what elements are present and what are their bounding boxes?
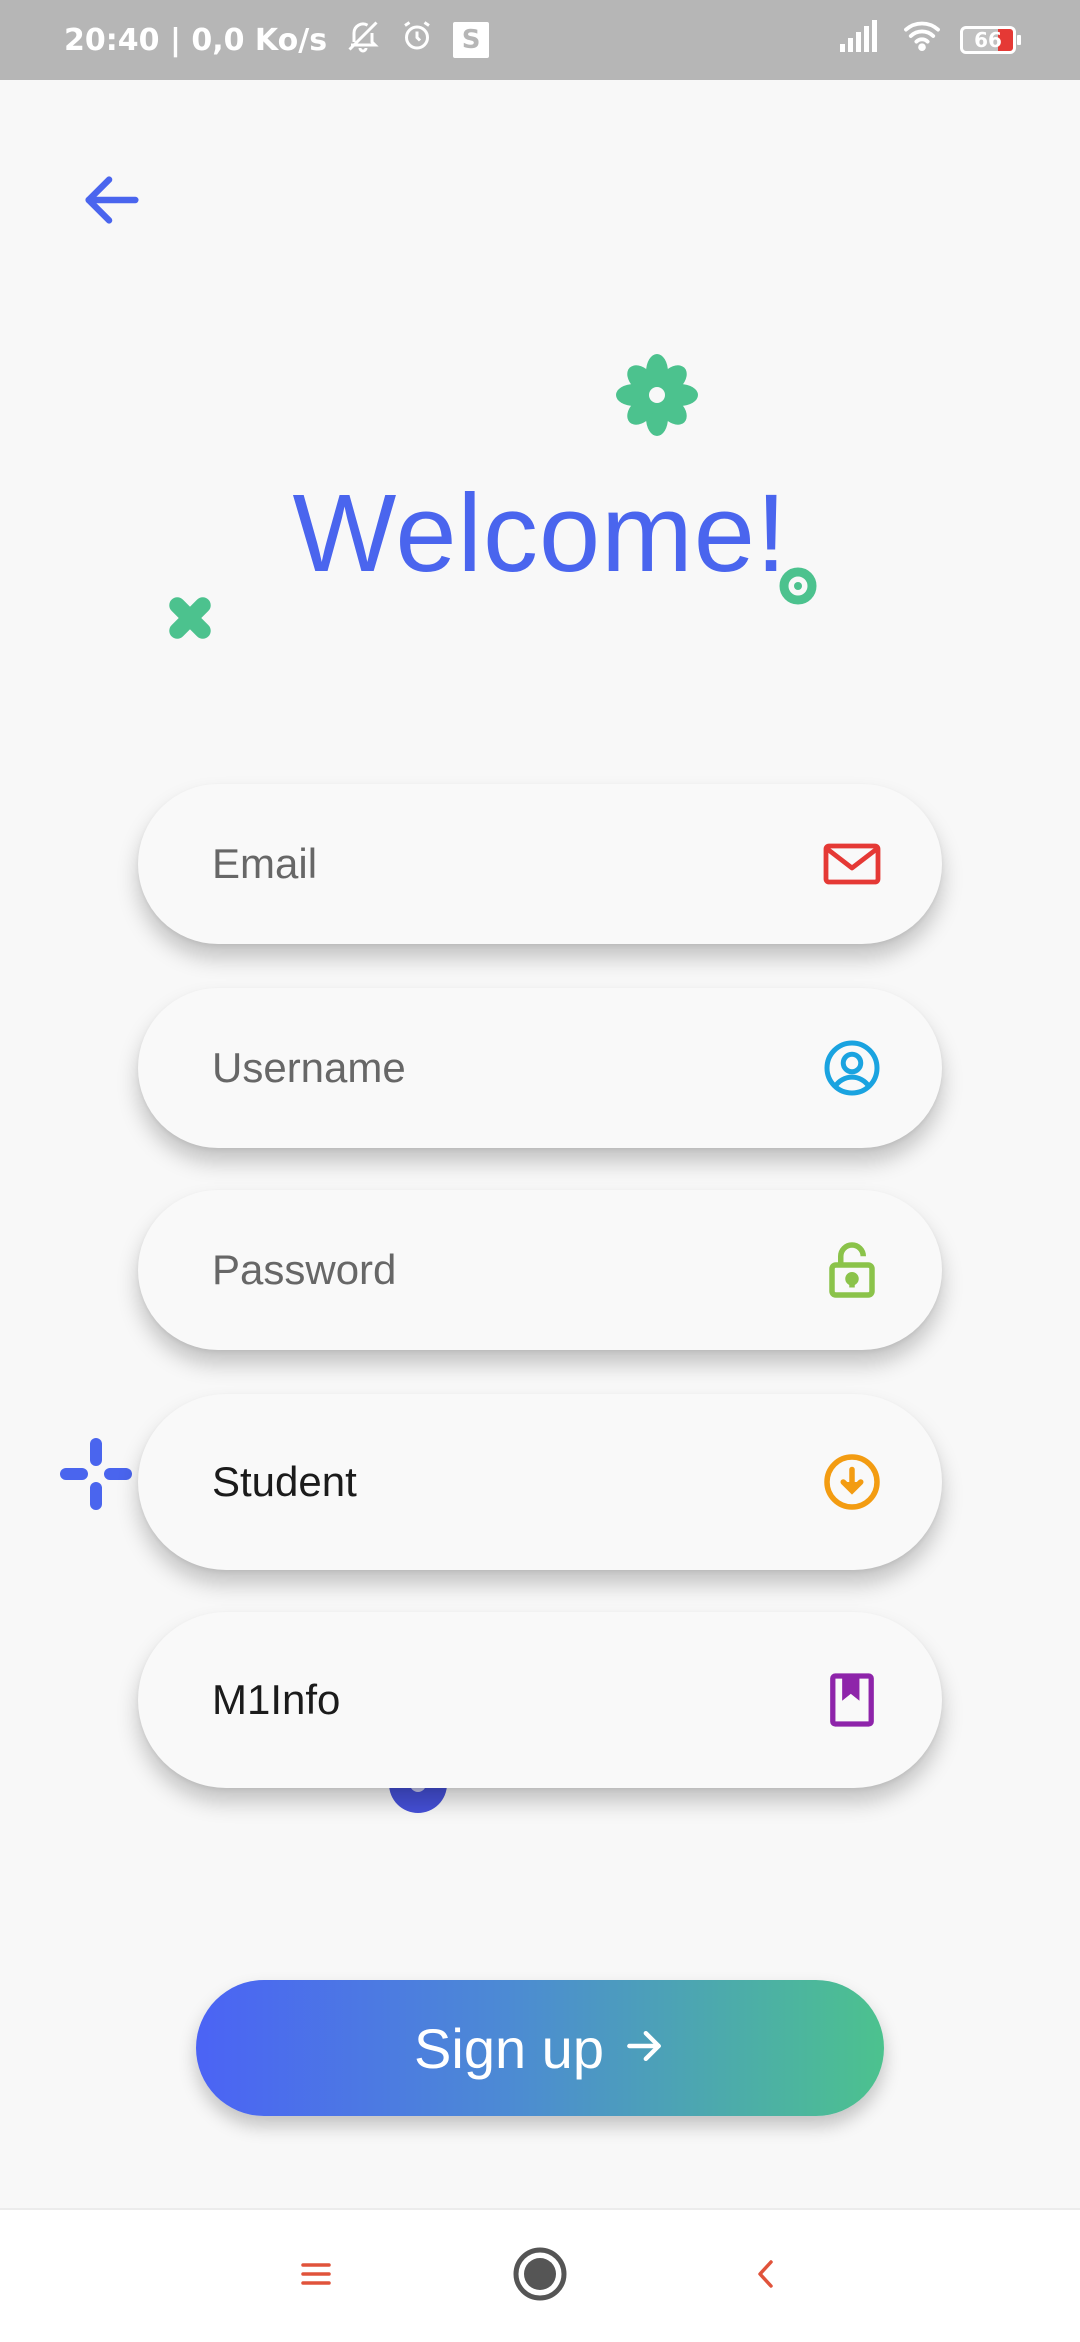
- download-circle-icon[interactable]: [820, 1450, 884, 1514]
- alarm-icon: [399, 18, 435, 62]
- user-circle-icon: [820, 1036, 884, 1100]
- page-title: Welcome!: [292, 472, 788, 595]
- status-time-speed: 20:40 | 0,0 Ko/s: [64, 22, 328, 58]
- status-left: 20:40 | 0,0 Ko/s S: [64, 18, 490, 62]
- signup-label: Sign up: [414, 2016, 604, 2080]
- menu-button[interactable]: [280, 2240, 352, 2312]
- bookmark-icon[interactable]: [820, 1668, 884, 1732]
- s-app-icon: S: [453, 22, 490, 58]
- system-nav-bar: [0, 2208, 1080, 2342]
- battery-level: 66: [974, 28, 1002, 52]
- mail-icon: [820, 832, 884, 896]
- muted-bell-icon: [345, 18, 381, 62]
- program-value: M1Info: [212, 1676, 341, 1723]
- back-button[interactable]: [70, 160, 154, 244]
- home-circle-icon: [510, 2244, 570, 2309]
- arrow-left-icon: [77, 165, 147, 240]
- menu-icon: [299, 2259, 333, 2294]
- flower-decoration-icon: [612, 350, 702, 445]
- username-input[interactable]: [212, 1044, 772, 1092]
- arrow-right-icon: [622, 2016, 666, 2081]
- role-value: Student: [212, 1458, 357, 1505]
- program-select[interactable]: M1Info: [138, 1612, 942, 1788]
- nav-back-button[interactable]: [730, 2240, 802, 2312]
- signup-button[interactable]: Sign up: [196, 1980, 884, 2116]
- signal-icon: [840, 20, 884, 60]
- role-select[interactable]: Student: [138, 1394, 942, 1570]
- status-right: 66: [840, 20, 1021, 60]
- email-field[interactable]: [138, 784, 942, 944]
- status-bar: 20:40 | 0,0 Ko/s S 66: [0, 0, 1080, 80]
- sparkle-decoration-icon: [60, 1438, 132, 1515]
- battery-icon: 66: [960, 26, 1021, 54]
- chevron-left-icon: [751, 2256, 781, 2297]
- username-field[interactable]: [138, 988, 942, 1148]
- lock-icon: [820, 1238, 884, 1302]
- password-input[interactable]: [212, 1246, 772, 1294]
- x-decoration-icon: [164, 592, 216, 649]
- email-input[interactable]: [212, 840, 772, 888]
- password-field[interactable]: [138, 1190, 942, 1350]
- home-button[interactable]: [504, 2240, 576, 2312]
- wifi-icon: [902, 20, 942, 60]
